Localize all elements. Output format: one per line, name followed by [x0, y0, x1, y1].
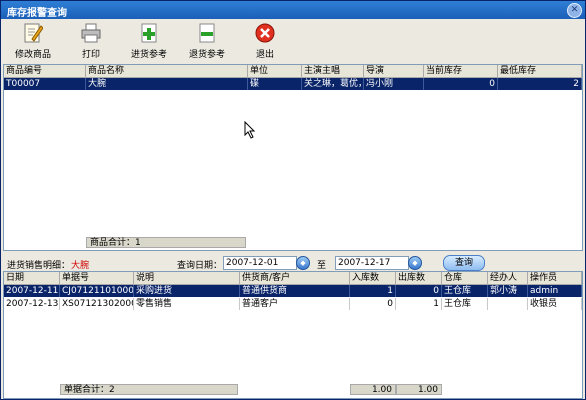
- date-from-field[interactable]: 2007-12-01: [223, 256, 297, 270]
- record-party: 普通供货商: [240, 285, 350, 297]
- col-director[interactable]: 导演: [364, 65, 424, 77]
- date-to-picker-button[interactable]: ◆: [408, 256, 422, 270]
- col-supplier-customer[interactable]: 供货商/客户: [240, 272, 350, 284]
- products-grid[interactable]: 商品编号 商品名称 单位 主演主唱 导演 当前库存 最低库存 T00007 大腕…: [3, 64, 583, 251]
- printer-icon: [81, 23, 101, 43]
- record-handler: [488, 298, 528, 310]
- col-warehouse[interactable]: 仓库: [442, 272, 488, 284]
- record-out-qty: 1: [396, 298, 442, 310]
- detail-filter-bar: 进货销售明细： 大腕 查询日期： 2007-12-01 ◆ 至 2007-12-…: [1, 253, 585, 271]
- col-description[interactable]: 说明: [134, 272, 240, 284]
- detail-label: 进货销售明细：: [7, 261, 71, 271]
- edit-product-label: 修改商品: [14, 50, 51, 60]
- return-reference-button[interactable]: 退货参考: [179, 21, 235, 61]
- title-bar: 库存报警查询 ✕: [1, 1, 585, 19]
- spin-arrows-icon: ◆: [300, 259, 306, 267]
- purchase-reference-label: 进货参考: [130, 50, 167, 60]
- out-qty-total: 1.00: [396, 384, 442, 395]
- record-handler: 郭小涛: [488, 285, 528, 297]
- add-document-icon: [141, 23, 157, 43]
- col-in-qty[interactable]: 入库数: [350, 272, 396, 284]
- spin-arrows-icon: ◆: [412, 259, 418, 267]
- date-to-field[interactable]: 2007-12-17: [335, 256, 409, 270]
- col-cast[interactable]: 主演主唱: [302, 65, 364, 77]
- record-date: 2007-12-11: [6, 285, 60, 297]
- close-button[interactable]: ✕: [567, 3, 582, 18]
- table-row[interactable]: 2007-12-11 CJ071211010001 采购进货 普通供货商 1 0…: [4, 285, 582, 297]
- product-code: T00007: [4, 78, 86, 90]
- return-reference-label: 退货参考: [188, 50, 225, 60]
- record-operator: admin: [528, 285, 582, 297]
- col-operator[interactable]: 操作员: [528, 272, 582, 284]
- mouse-cursor-icon: [244, 121, 256, 139]
- record-doc-number: CJ071211010001: [62, 285, 134, 297]
- product-unit: 碟: [248, 78, 302, 90]
- record-warehouse: 王仓库: [442, 285, 488, 297]
- col-min-stock[interactable]: 最低库存: [498, 65, 582, 77]
- detail-product-name: 大腕: [71, 261, 90, 271]
- col-current-stock[interactable]: 当前库存: [424, 65, 498, 77]
- in-qty-total: 1.00: [350, 384, 396, 395]
- record-date: 2007-12-13: [6, 298, 60, 310]
- record-in-qty: 1: [350, 285, 396, 297]
- product-min-stock: 2: [498, 78, 582, 90]
- products-header-row: 商品编号 商品名称 单位 主演主唱 导演 当前库存 最低库存: [4, 65, 582, 78]
- record-description: 采购进货: [134, 285, 240, 297]
- col-product-code[interactable]: 商品编号: [4, 65, 86, 77]
- window-title: 库存报警查询: [7, 8, 67, 19]
- print-button[interactable]: 打印: [63, 21, 119, 61]
- date-from-picker-button[interactable]: ◆: [296, 256, 310, 270]
- record-description: 零售销售: [134, 298, 240, 310]
- products-summary: 商品合计：1: [86, 237, 246, 248]
- table-row[interactable]: 2007-12-13 XS071213020002 零售销售 普通客户 0 1 …: [4, 298, 582, 310]
- toolbar: 修改商品 打印 进货参考 退货参考 退出: [1, 19, 585, 63]
- exit-label: 退出: [255, 50, 274, 60]
- print-label: 打印: [81, 50, 100, 60]
- records-header-row: 日期 单据号 说明 供货商/客户 入库数 出库数 仓库 经办人 操作员: [4, 272, 582, 285]
- exit-x-icon: [255, 23, 275, 43]
- records-grid[interactable]: 日期 单据号 说明 供货商/客户 入库数 出库数 仓库 经办人 操作员 2007…: [3, 271, 583, 399]
- col-doc-number[interactable]: 单据号: [60, 272, 134, 284]
- product-current-stock: 0: [424, 78, 498, 90]
- product-director: 冯小刚: [364, 78, 424, 90]
- record-out-qty: 0: [396, 285, 442, 297]
- col-out-qty[interactable]: 出库数: [396, 272, 442, 284]
- query-date-label: 查询日期：: [177, 261, 223, 271]
- date-to-label: 至: [317, 261, 327, 271]
- remove-document-icon: [199, 23, 215, 43]
- record-party: 普通客户: [240, 298, 350, 310]
- exit-button[interactable]: 退出: [237, 21, 293, 61]
- product-name: 大腕: [86, 78, 248, 90]
- record-in-qty: 0: [350, 298, 396, 310]
- col-product-name[interactable]: 商品名称: [86, 65, 248, 77]
- col-date[interactable]: 日期: [4, 272, 60, 284]
- edit-product-button[interactable]: 修改商品: [5, 21, 61, 61]
- record-operator: 收银员: [528, 298, 582, 310]
- inventory-alert-window: 库存报警查询 ✕ 修改商品 打印 进货参考 退货参考 退出 商品编号 商品名称 …: [0, 0, 586, 400]
- records-summary: 单据合计：2: [60, 384, 238, 395]
- col-unit[interactable]: 单位: [248, 65, 302, 77]
- edit-document-icon: [24, 23, 43, 43]
- record-warehouse: 王仓库: [442, 298, 488, 310]
- purchase-reference-button[interactable]: 进货参考: [121, 21, 177, 61]
- record-doc-number: XS071213020002: [60, 298, 134, 310]
- table-row[interactable]: T00007 大腕 碟 关之琳，葛优， 冯小刚 0 2: [4, 78, 582, 90]
- product-cast: 关之琳，葛优，: [304, 78, 364, 90]
- query-button[interactable]: 查询: [443, 255, 485, 271]
- col-handler[interactable]: 经办人: [488, 272, 528, 284]
